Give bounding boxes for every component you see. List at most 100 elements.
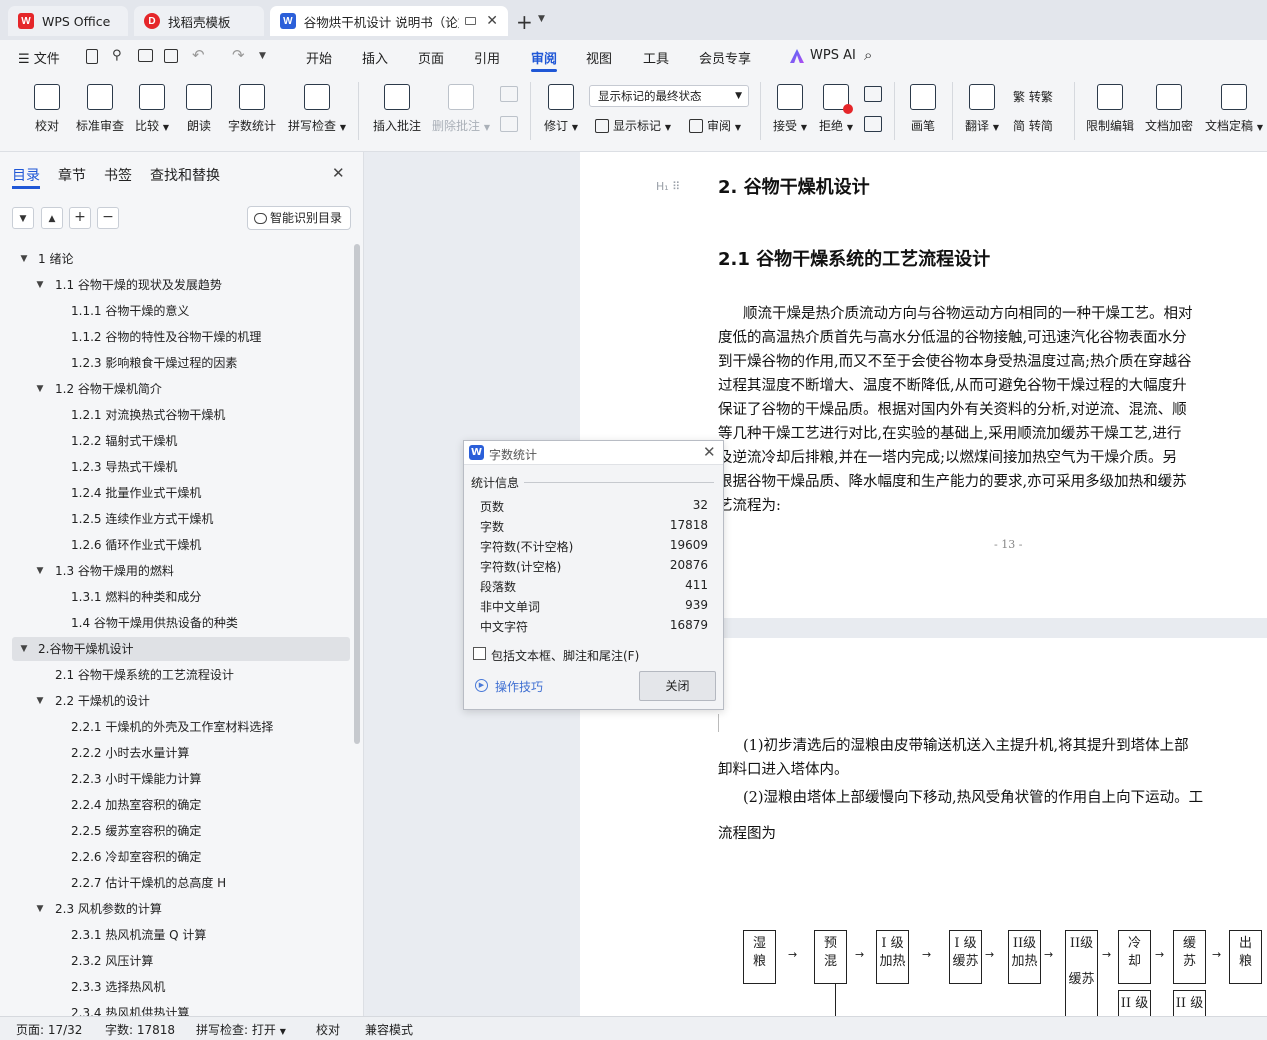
toc-item[interactable]: ▼ 2.2 干燥机的设计 [0,689,350,713]
heading-handle-icon[interactable]: H₁ ⠿ [656,180,680,193]
toc-item[interactable]: ▼ 1.2 谷物干燥机简介 [0,377,350,401]
undo-icon[interactable]: ↶ [192,46,205,64]
expand-down-button[interactable]: ▼ [12,207,34,229]
search-icon[interactable]: ⌕ [864,46,872,64]
delete-comment-button[interactable]: 删除批注 ▼ [432,80,490,134]
close-tab-icon[interactable]: ✕ [486,13,498,29]
toc-item[interactable]: 2.2.3 小时干燥能力计算 [0,767,350,791]
next-change-icon[interactable] [864,116,882,132]
toc-item[interactable]: 2.3.3 选择热风机 [0,975,350,999]
nav-tab-bookmark[interactable]: 书签 [104,165,132,185]
toc-item[interactable]: 2.3.1 热风机流量 Q 计算 [0,923,350,947]
proofread-button[interactable]: 校对 [30,80,64,134]
restrict-edit-button[interactable]: 限制编辑 [1086,80,1134,134]
pen-button[interactable]: 画笔 [908,80,938,134]
read-aloud-button[interactable]: 朗读 [184,80,214,134]
toc-item[interactable]: 1.2.2 辐射式干燥机 [0,429,350,453]
tab-wps-office[interactable]: W WPS Office [8,6,128,36]
dialog-close-icon[interactable]: ✕ [703,443,716,461]
tips-link[interactable]: 操作技巧 [495,678,543,695]
close-pane-icon[interactable]: ✕ [332,164,345,182]
toc-expand-arrow-icon[interactable]: ▼ [32,689,48,713]
translate-button[interactable]: 翻译 ▼ [964,80,1000,134]
status-page[interactable]: 页面: 17/32 [16,1021,82,1038]
menu-item-insert[interactable]: 插入 [362,48,388,67]
markup-display-select[interactable]: 显示标记的最终状态 ▼ [589,85,749,107]
include-textbox-label[interactable]: 包括文本框、脚注和尾注(F) [491,647,639,664]
toc-item[interactable]: 2.2.4 加热室容积的确定 [0,793,350,817]
print-icon[interactable] [138,49,153,62]
toc-scrollbar[interactable] [354,244,360,744]
word-count-button[interactable]: 字数统计 [226,80,278,134]
toc-item[interactable]: ▼ 1.1 谷物干燥的现状及发展趋势 [0,273,350,297]
include-textbox-checkbox[interactable] [473,647,486,660]
nav-tab-toc[interactable]: 目录 [12,165,40,185]
menu-item-review[interactable]: 审阅 [531,48,557,67]
menu-item-page[interactable]: 页面 [418,48,444,67]
nav-tab-find-replace[interactable]: 查找和替换 [150,165,220,185]
toc-item[interactable]: 1.2.1 对流换热式谷物干燥机 [0,403,350,427]
show-markup-button[interactable]: 显示标记 ▼ [595,117,671,134]
menu-item-start[interactable]: 开始 [306,48,332,67]
spell-check-button[interactable]: 拼写检查 ▼ [288,80,346,134]
standard-review-button[interactable]: 标准审查 [74,80,126,134]
smart-toc-button[interactable]: 智能识别目录 [247,206,351,230]
accept-button[interactable]: 接受 ▼ [772,80,808,134]
add-heading-button[interactable]: + [69,207,91,229]
insert-comment-button[interactable]: 插入批注 [372,80,422,134]
toc-expand-arrow-icon[interactable]: ▼ [32,273,48,297]
toc-expand-arrow-icon[interactable]: ▼ [16,637,32,661]
toc-expand-arrow-icon[interactable]: ▼ [32,559,48,583]
next-comment-icon[interactable] [500,116,518,132]
share-icon[interactable]: ⚲ [112,48,122,63]
toc-item[interactable]: 1.2.5 连续作业方式干燥机 [0,507,350,531]
to-simplified-button[interactable]: 简 转简 [1013,117,1053,134]
chevron-down-icon[interactable]: ▼ [259,51,266,61]
toc-item[interactable]: ▼ 1 绪论 [0,247,350,271]
status-spell-check[interactable]: 拼写检查: 打开 ▼ [196,1021,286,1038]
monitor-icon[interactable] [465,17,477,25]
toc-expand-arrow-icon[interactable]: ▼ [32,897,48,921]
revise-button[interactable]: 修订 ▼ [542,80,580,134]
dialog-titlebar[interactable]: W 字数统计 ✕ [464,441,723,465]
dialog-close-button[interactable]: 关闭 [639,671,716,701]
toc-item[interactable]: 2.2.6 冷却室容积的确定 [0,845,350,869]
redo-icon[interactable]: ↷ [232,46,245,64]
review-pane-button[interactable]: 审阅 ▼ [689,117,741,134]
toc-item[interactable]: 1.4 谷物干燥用供热设备的种类 [0,611,350,635]
nav-tab-chapter[interactable]: 章节 [58,165,86,185]
menu-item-tools[interactable]: 工具 [643,48,669,67]
collapse-up-button[interactable]: ▲ [41,207,63,229]
to-traditional-button[interactable]: 繁 转繁 [1013,88,1053,105]
menu-item-member[interactable]: 会员专享 [699,48,751,67]
status-proofread[interactable]: 校对 [316,1021,340,1038]
toc-item[interactable]: 2.2.7 估计干燥机的总高度 H [0,871,350,895]
toc-item[interactable]: 1.3.1 燃料的种类和成分 [0,585,350,609]
prev-comment-icon[interactable] [500,86,518,102]
toc-item[interactable]: ▼ 2.谷物干燥机设计 [12,637,350,661]
toc-item[interactable]: 1.2.4 批量作业式干燥机 [0,481,350,505]
tab-template[interactable]: D 找稻壳模板 [134,6,264,36]
tab-document[interactable]: W 谷物烘干机设计 说明书（论文 ✕ [270,6,508,36]
toc-item[interactable]: 2.2.5 缓苏室容积的确定 [0,819,350,843]
file-menu[interactable]: ☰ 文件 [18,48,60,67]
toc-item[interactable]: 1.2.6 循环作业式干燥机 [0,533,350,557]
toc-expand-arrow-icon[interactable]: ▼ [16,247,32,271]
toc-item[interactable]: ▼ 1.3 谷物干燥用的燃料 [0,559,350,583]
toc-item[interactable]: 2.2.1 干燥机的外壳及工作室材料选择 [0,715,350,739]
status-word-count[interactable]: 字数: 17818 [105,1021,175,1038]
reject-button[interactable]: 拒绝 ▼ [818,80,854,134]
toc-item[interactable]: 2.1 谷物干燥系统的工艺流程设计 [0,663,350,687]
wps-ai-button[interactable]: WPS AI [810,48,856,63]
compare-button[interactable]: 比较 ▼ [134,80,170,134]
save-icon[interactable] [86,49,98,64]
toc-item[interactable]: 1.1.1 谷物干燥的意义 [0,299,350,323]
chevron-down-icon[interactable]: ▼ [538,14,545,24]
encrypt-button[interactable]: 文档加密 [1145,80,1193,134]
print-preview-icon[interactable] [164,49,178,63]
menu-item-view[interactable]: 视图 [586,48,612,67]
toc-expand-arrow-icon[interactable]: ▼ [32,377,48,401]
toc-item[interactable]: ▼ 2.3 风机参数的计算 [0,897,350,921]
toc-item[interactable]: 1.2.3 导热式干燥机 [0,455,350,479]
toc-item[interactable]: 2.3.2 风压计算 [0,949,350,973]
